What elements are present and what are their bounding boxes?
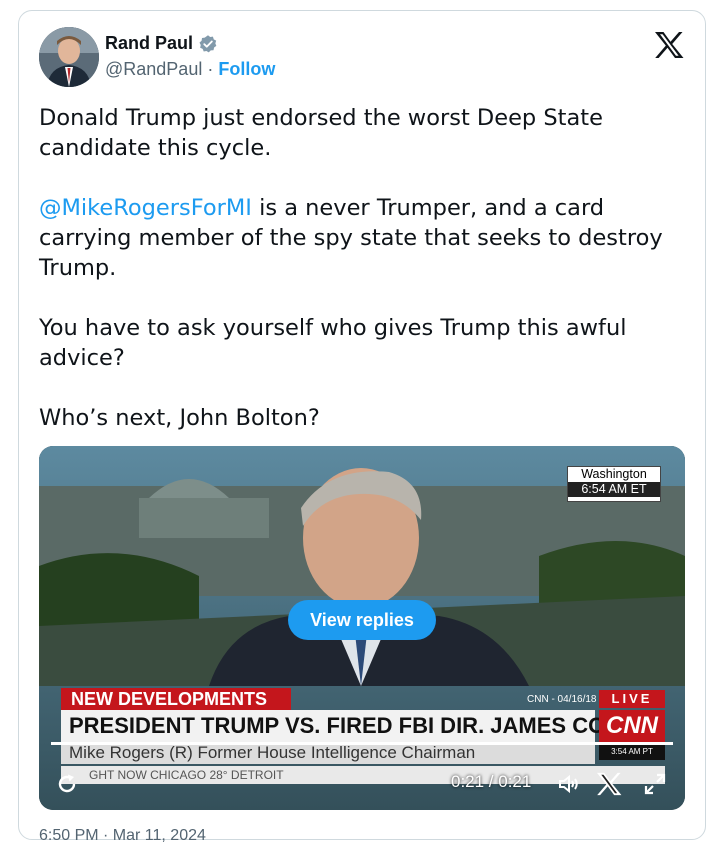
cnn-date: CNN - 04/16/18 bbox=[527, 694, 597, 705]
tweet-text: Donald Trump just endorsed the worst Dee… bbox=[39, 103, 679, 463]
location-time: 6:54 AM ET bbox=[568, 482, 660, 497]
chyron-subtitle: Mike Rogers (R) Former House Intelligenc… bbox=[61, 742, 595, 764]
replay-icon[interactable] bbox=[55, 772, 79, 796]
chyron-time: 3:54 AM PT bbox=[599, 744, 665, 760]
tweet-paragraph: Donald Trump just endorsed the worst Dee… bbox=[39, 105, 603, 161]
tweet-timestamp[interactable]: 6:50 PM · Mar 11, 2024 bbox=[39, 827, 206, 845]
chyron-headline: PRESIDENT TRUMP VS. FIRED FBI DIR. JAMES… bbox=[61, 710, 653, 742]
location-box: Washington 6:54 AM ET bbox=[567, 466, 661, 502]
time-display: 0:21 / 0:21 bbox=[451, 772, 532, 791]
tweet-card: Rand Paul @RandPaul · Follow Donald Trum… bbox=[18, 10, 706, 844]
progress-bar[interactable] bbox=[51, 742, 673, 745]
separator-dot: · bbox=[202, 59, 219, 79]
live-badge: LIVE bbox=[599, 690, 665, 708]
x-logo-icon[interactable] bbox=[653, 31, 685, 59]
author-row: Rand Paul bbox=[105, 33, 218, 54]
fullscreen-icon[interactable] bbox=[643, 772, 667, 796]
location-label: Washington bbox=[581, 467, 647, 481]
cnn-logo: CNN bbox=[599, 710, 665, 742]
follow-button[interactable]: Follow bbox=[218, 59, 275, 79]
author-handle[interactable]: @RandPaul bbox=[105, 59, 202, 79]
handle-row: @RandPaul · Follow bbox=[105, 59, 275, 80]
view-replies-button[interactable]: View replies bbox=[288, 600, 436, 640]
tweet-paragraph: You have to ask yourself who gives Trump… bbox=[39, 315, 627, 371]
volume-icon[interactable] bbox=[557, 772, 581, 796]
mention-link[interactable]: @MikeRogersForMI bbox=[39, 195, 252, 221]
chyron-top: NEW DEVELOPMENTS bbox=[61, 688, 291, 710]
avatar[interactable] bbox=[39, 27, 99, 87]
video-player[interactable]: Washington 6:54 AM ET View replies NEW D… bbox=[39, 446, 685, 810]
tweet-paragraph: Who’s next, John Bolton? bbox=[39, 405, 320, 431]
x-watermark-icon bbox=[597, 772, 622, 796]
author-name[interactable]: Rand Paul bbox=[105, 33, 193, 54]
tweet-paragraph: @MikeRogersForMI is a never Trumper, and… bbox=[39, 193, 679, 283]
verified-badge-icon bbox=[199, 34, 217, 52]
